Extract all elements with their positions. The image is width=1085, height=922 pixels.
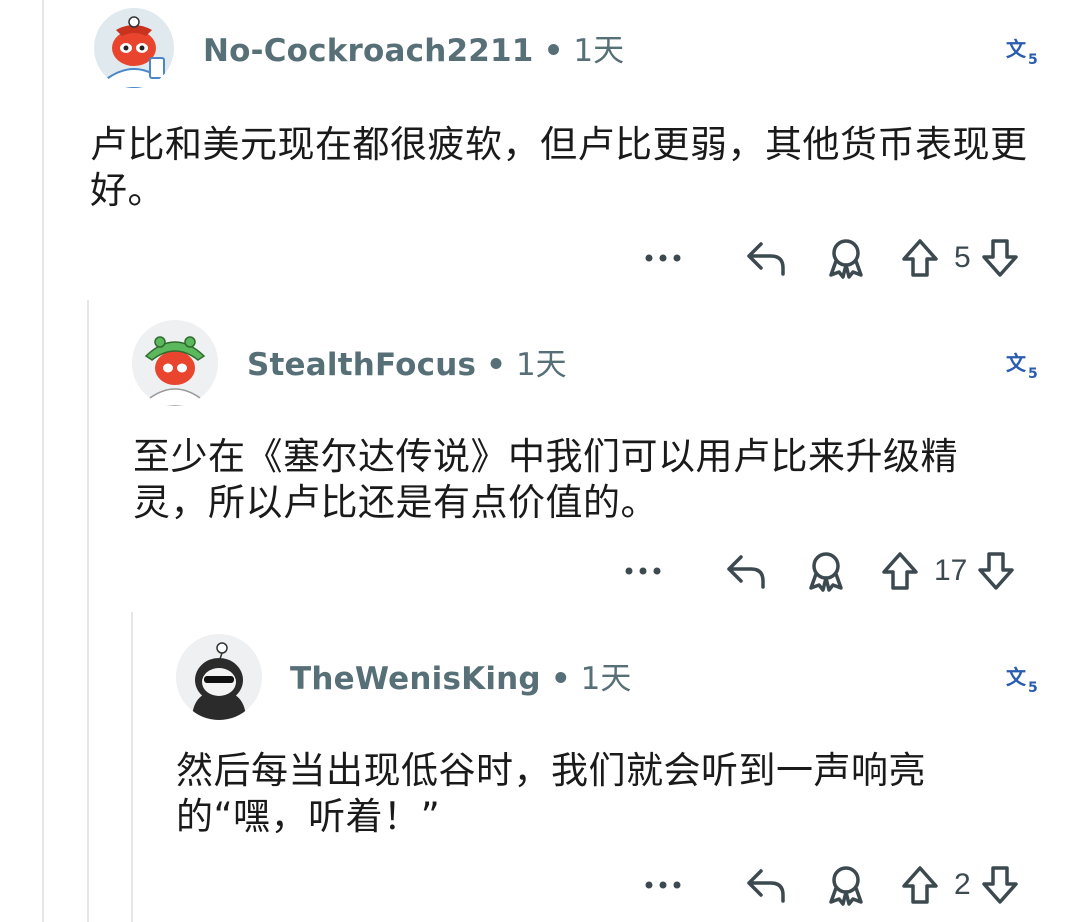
award-button[interactable]	[796, 550, 856, 592]
upvote-button[interactable]	[892, 237, 948, 279]
upvote-arrow-icon	[882, 552, 918, 590]
reply-icon	[747, 242, 785, 276]
svg-text:文: 文	[1006, 665, 1027, 689]
svg-text:5: 5	[1028, 366, 1038, 380]
upvote-button[interactable]	[872, 550, 928, 592]
svg-text:文: 文	[1006, 351, 1027, 375]
more-options-button[interactable]	[640, 253, 686, 263]
thread-line-level-1[interactable]	[87, 300, 89, 922]
timestamp: 1天	[580, 661, 632, 697]
downvote-arrow-icon	[978, 552, 1015, 590]
reply-button[interactable]	[726, 238, 806, 278]
downvote-button[interactable]	[977, 864, 1023, 906]
separator-dot: •	[486, 347, 506, 383]
svg-text:5: 5	[1028, 52, 1038, 66]
comment-body: 然后每当出现低谷时，我们就会听到一声响亮的“嘿，听着！”	[176, 749, 926, 838]
svg-text:5: 5	[1028, 680, 1038, 694]
more-dots-icon	[625, 567, 661, 575]
award-icon	[829, 239, 863, 279]
username[interactable]: TheWenisKing	[290, 661, 541, 697]
vote-count: 2	[954, 868, 971, 901]
upvote-arrow-icon	[902, 239, 938, 277]
downvote-button[interactable]	[973, 550, 1019, 592]
more-options-button[interactable]	[640, 880, 686, 890]
vote-count: 5	[954, 241, 971, 274]
comment-actions: 17	[620, 549, 1045, 593]
thread-line-level-2[interactable]	[131, 612, 133, 922]
avatar[interactable]	[132, 320, 218, 406]
translate-icon[interactable]: 文 5	[1006, 664, 1042, 696]
snoo-black-hood-avatar-icon	[176, 634, 262, 720]
snoo-red-avatar-icon	[94, 8, 174, 88]
reply-button[interactable]	[726, 865, 806, 905]
comment-actions: 2	[640, 863, 1045, 907]
timestamp: 1天	[573, 33, 625, 69]
avatar[interactable]	[94, 8, 174, 88]
reply-icon	[727, 555, 765, 589]
upvote-arrow-icon	[902, 866, 938, 904]
reply-button[interactable]	[706, 551, 786, 591]
separator-dot: •	[543, 33, 564, 69]
award-icon	[829, 866, 863, 906]
downvote-arrow-icon	[981, 239, 1018, 277]
snoo-green-hat-avatar-icon	[132, 320, 218, 406]
comment-meta: TheWenisKing • 1天	[290, 664, 631, 695]
svg-text:文: 文	[1006, 37, 1027, 61]
avatar[interactable]	[176, 634, 262, 720]
more-dots-icon	[645, 881, 681, 889]
comment-body: 卢比和美元现在都很疲软，但卢比更弱，其他货币表现更好。	[90, 123, 1028, 212]
more-options-button[interactable]	[620, 566, 666, 576]
downvote-button[interactable]	[977, 237, 1023, 279]
more-dots-icon	[645, 254, 681, 262]
comment-body: 至少在《塞尔达传说》中我们可以用卢比来升级精灵，所以卢比还是有点价值的。	[133, 435, 958, 524]
comment-meta: StealthFocus • 1天	[247, 350, 567, 381]
timestamp: 1天	[515, 347, 567, 383]
award-button[interactable]	[816, 864, 876, 906]
award-icon	[809, 552, 843, 592]
username[interactable]: StealthFocus	[247, 347, 476, 383]
separator-dot: •	[550, 661, 571, 697]
vote-count: 17	[934, 554, 968, 587]
username[interactable]: No-Cockroach2211	[203, 33, 534, 69]
comment-actions: 5	[640, 236, 1045, 280]
comment-meta: No-Cockroach2211 • 1天	[203, 36, 624, 67]
translate-icon[interactable]: 文 5	[1006, 36, 1042, 68]
thread-line-root[interactable]	[42, 0, 44, 922]
reply-icon	[747, 869, 785, 903]
upvote-button[interactable]	[892, 864, 948, 906]
award-button[interactable]	[816, 237, 876, 279]
downvote-arrow-icon	[981, 866, 1018, 904]
translate-icon[interactable]: 文 5	[1006, 350, 1042, 382]
